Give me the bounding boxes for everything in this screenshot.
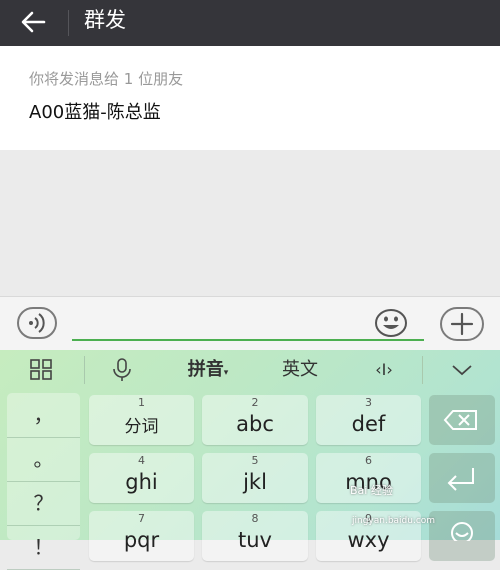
recipient-card: 你将发消息给 1 位朋友 A00蓝猫-陈总监 <box>0 46 500 150</box>
tab-pinyin[interactable]: 拼音▾ <box>176 350 240 390</box>
punct-key-question[interactable]: ？ <box>7 481 80 526</box>
grid-menu-icon[interactable] <box>20 350 64 390</box>
key-7[interactable]: 7 pqr <box>89 511 194 561</box>
key-number: 4 <box>138 454 145 467</box>
title-bar: 群发 <box>0 0 500 46</box>
tab-pinyin-label: 拼音 <box>187 359 224 380</box>
message-area <box>0 150 500 296</box>
backspace-key[interactable] <box>429 395 495 445</box>
enter-key[interactable] <box>429 453 495 503</box>
recipient-name[interactable]: A00蓝猫-陈总监 <box>29 101 161 125</box>
key-number: 6 <box>365 454 372 467</box>
key-number: 8 <box>251 512 259 525</box>
collapse-keyboard-icon[interactable] <box>440 350 484 390</box>
toolbar-divider <box>422 356 423 384</box>
plus-button[interactable] <box>440 307 484 341</box>
page-title: 群发 <box>84 8 126 32</box>
key-label: ghi <box>125 470 158 494</box>
punct-key-exclaim[interactable]: ！ <box>7 525 80 570</box>
chat-input-bar <box>0 296 500 351</box>
emoji-key[interactable] <box>429 511 495 561</box>
punct-key-period[interactable]: 。 <box>7 437 80 482</box>
header-divider <box>68 10 69 36</box>
caret-down-icon: ▾ <box>223 368 229 378</box>
key-8[interactable]: 8 tuv <box>202 511 308 561</box>
back-arrow-icon[interactable] <box>14 4 54 40</box>
key-number: 3 <box>365 396 372 409</box>
punctuation-column: ， 。 ？ ！ <box>7 393 80 570</box>
key-label: abc <box>236 412 274 436</box>
voice-input-button[interactable] <box>17 307 57 339</box>
punct-key-comma[interactable]: ， <box>7 393 80 438</box>
key-label: pqr <box>123 528 160 552</box>
key-number: 5 <box>251 454 259 467</box>
cursor-control-icon[interactable]: ‹I› <box>358 350 410 390</box>
key-label: 分词 <box>124 417 159 437</box>
recipient-count-hint: 你将发消息给 1 位朋友 <box>29 70 184 88</box>
key-4[interactable]: 4 ghi <box>89 453 194 503</box>
key-1[interactable]: 1 分词 <box>89 395 194 445</box>
microphone-icon[interactable] <box>100 350 144 390</box>
key-label: def <box>351 412 386 436</box>
ime-keyboard: 拼音▾ 英文 ‹I› ， 。 ？ ！ 1 分词 2 abc 3 def 4 gh… <box>0 350 500 570</box>
key-label: wxy <box>347 528 390 552</box>
watermark-url: jingyan.baidu.com <box>352 516 436 526</box>
key-label: tuv <box>238 528 272 552</box>
message-input[interactable] <box>72 309 424 341</box>
keyboard-toolbar: 拼音▾ 英文 ‹I› <box>0 350 500 390</box>
toolbar-divider <box>84 356 85 384</box>
key-number: 7 <box>138 512 145 525</box>
key-2[interactable]: 2 abc <box>202 395 308 445</box>
emoji-icon[interactable] <box>374 308 408 338</box>
key-number: 1 <box>138 396 145 409</box>
baidu-jingyan-watermark: Bai 经验 <box>350 484 393 497</box>
key-number: 2 <box>251 396 259 409</box>
tab-english[interactable]: 英文 <box>268 350 332 390</box>
key-5[interactable]: 5 jkl <box>202 453 308 503</box>
key-3[interactable]: 3 def <box>316 395 421 445</box>
key-label: jkl <box>243 470 267 494</box>
